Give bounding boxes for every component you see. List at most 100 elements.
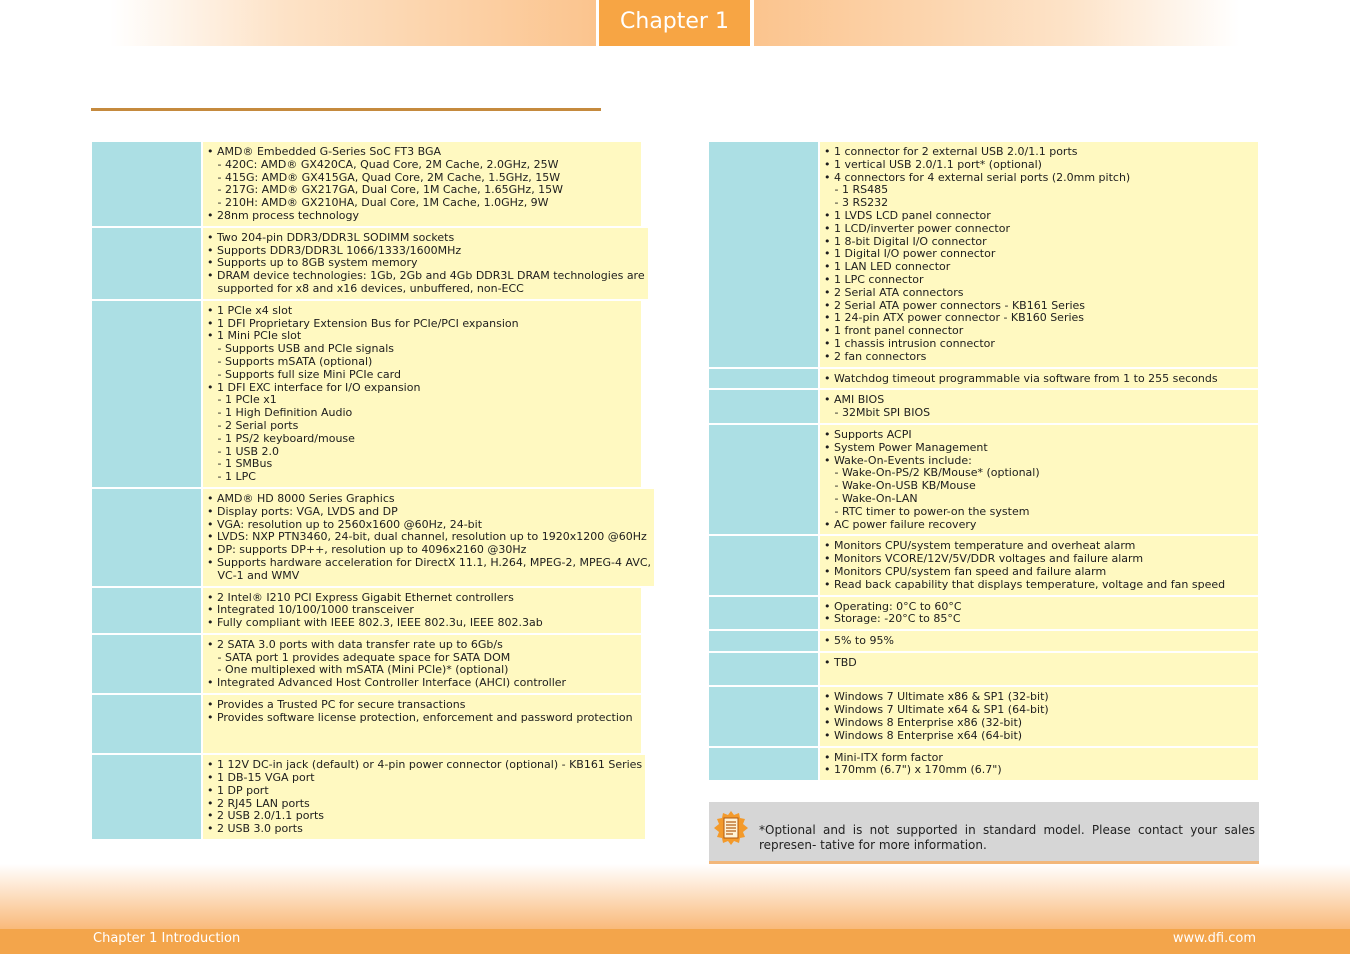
spec-line: • Integrated Advanced Host Controller In… <box>207 676 567 690</box>
spec-line: • Storage: -20°C to 85°C <box>824 612 961 626</box>
spec-left-row-label-cell <box>92 755 203 840</box>
spec-line: - 32Mbit SPI BIOS <box>824 406 931 420</box>
spec-table-left: • AMD® Embedded G-Series SoC FT3 BGA - 4… <box>92 142 655 842</box>
spec-line <box>824 670 1255 683</box>
spec-right-row: • Supports ACPI • System Power Management… <box>709 424 1258 537</box>
spec-right-row: • 1 connector for 2 external USB 2.0/1.1… <box>709 142 1258 369</box>
spec-right-row-label-cell <box>709 652 820 686</box>
spec-line: • System Power Management <box>824 440 988 454</box>
spec-line: • AMD® Embedded G-Series SoC FT3 BGA <box>207 145 442 158</box>
spec-line: • Display ports: VGA, LVDS and DP <box>207 504 398 518</box>
spec-left-row: • Two 204-pin DDR3/DDR3L SODIMM sockets •… <box>92 227 648 301</box>
spec-left-row: • AMD® Embedded G-Series SoC FT3 BGA - 4… <box>92 142 641 228</box>
spec-line: • Watchdog timeout programmable via soft… <box>824 371 1218 385</box>
spec-line <box>207 737 638 750</box>
spec-right-row: • 5% to 95% <box>709 631 1258 653</box>
spec-right-row-value: • Windows 7 Ultimate x86 & SP1 (32-bit) •… <box>820 687 1258 746</box>
spec-line: • Supports ACPI <box>824 427 912 441</box>
spec-line: • 1 vertical USB 2.0/1.1 port* (optional… <box>824 157 1042 171</box>
spec-left-row-label-cell <box>92 695 203 754</box>
spec-right-row-value: • Supports ACPI • System Power Management… <box>820 424 1258 535</box>
spec-right-row: • Operating: 0°C to 60°C • Storage: -20°C… <box>709 596 1258 632</box>
spec-left-row-label-cell <box>92 634 203 694</box>
spec-left-row-label-cell <box>92 300 203 487</box>
spec-line: • 4 connectors for 4 external serial por… <box>824 170 1131 184</box>
footer-band <box>0 864 1350 930</box>
spec-left-row-value: • 2 Intel® I210 PCI Express Gigabit Ethe… <box>203 587 641 633</box>
spec-table-right: • 1 connector for 2 external USB 2.0/1.1… <box>709 142 1258 783</box>
spec-line: • 1 LCD/inverter power connector <box>824 221 1010 235</box>
spec-line: - 1 PS/2 keyboard/mouse <box>207 431 355 445</box>
spec-line: • Monitors CPU/system fan speed and fail… <box>824 564 1107 578</box>
spec-line: • 2 SATA 3.0 ports with data transfer ra… <box>207 637 503 651</box>
spec-left-row-label-cell <box>92 227 203 299</box>
spec-right-row-value: • Mini-ITX form factor • 170mm (6.7") x 1… <box>820 747 1258 781</box>
spec-line: • 1 DP port <box>207 783 269 797</box>
spec-left-row-value: • 1 12V DC-in jack (default) or 4-pin po… <box>203 755 646 840</box>
spec-left-row-value: • AMD® Embedded G-Series SoC FT3 BGA - 4… <box>203 142 641 226</box>
spec-right-row-label-cell <box>709 747 820 781</box>
spec-line: - Wake-On-LAN <box>824 491 918 505</box>
spec-left-row-value: • 2 SATA 3.0 ports with data transfer ra… <box>203 634 641 694</box>
spec-right-row-label-cell <box>709 536 820 595</box>
footer-website-link[interactable]: www.dfi.com <box>1100 930 1256 948</box>
spec-line: • Supports hardware acceleration for Dir… <box>207 555 652 569</box>
spec-line: • 1 DB-15 VGA port <box>207 771 315 785</box>
spec-line: • DP: supports DP++, resolution up to 40… <box>207 543 527 557</box>
spec-right-row-value: • 1 connector for 2 external USB 2.0/1.1… <box>820 142 1258 367</box>
spec-right-row-label-cell <box>709 368 820 389</box>
note-text: *Optional and is not supported in standa… <box>759 823 1255 852</box>
spec-left-row-label-cell <box>92 587 203 633</box>
spec-line: - Supports full size Mini PCIe card <box>207 367 401 381</box>
spec-line: • Provides software license protection, … <box>207 710 633 724</box>
spec-left-row: • Provides a Trusted PC for secure trans… <box>92 695 641 756</box>
spec-line: • Two 204-pin DDR3/DDR3L SODIMM sockets <box>207 230 455 244</box>
spec-line: • Read back capability that displays tem… <box>824 577 1226 591</box>
spec-line: • 2 Serial ATA connectors <box>824 285 964 299</box>
spec-line: • 1 chassis intrusion connector <box>824 336 995 350</box>
note-icon <box>714 811 748 845</box>
spec-line: • Windows 8 Enterprise x86 (32-bit) <box>824 716 1023 730</box>
spec-line: - Wake-On-USB KB/Mouse <box>824 479 976 493</box>
spec-right-row-label-cell <box>709 142 820 367</box>
spec-right-row-label-cell <box>709 390 820 423</box>
spec-left-row-value: • 1 PCIe x4 slot • 1 DFI Proprietary Exte… <box>203 300 641 487</box>
spec-right-row: • Watchdog timeout programmable via soft… <box>709 368 1258 391</box>
spec-line <box>207 725 638 738</box>
spec-line: - 1 RS485 <box>824 183 889 197</box>
note-box: *Optional and is not supported in standa… <box>709 802 1259 864</box>
spec-left-row-value: • AMD® HD 8000 Series Graphics • Display … <box>203 488 655 586</box>
spec-line: • 1 connector for 2 external USB 2.0/1.1… <box>824 145 1078 158</box>
spec-line: • AMD® HD 8000 Series Graphics <box>207 491 395 505</box>
spec-line: - 1 SMBus <box>207 457 273 471</box>
spec-right-row-label-cell <box>709 424 820 535</box>
spec-line: • TBD <box>824 655 857 669</box>
spec-left-row-value: • Provides a Trusted PC for secure trans… <box>203 695 641 754</box>
footer-chapter-label: Chapter 1 Introduction <box>93 931 241 946</box>
chapter-tab[interactable]: Chapter 1 <box>599 0 750 46</box>
header-band-right <box>754 0 1240 46</box>
spec-left-row: • 1 12V DC-in jack (default) or 4-pin po… <box>92 755 646 842</box>
spec-right-row: • Mini-ITX form factor • 170mm (6.7") x 1… <box>709 747 1258 783</box>
spec-line: • 2 USB 3.0 ports <box>207 822 303 836</box>
spec-right-row: • TBD <box>709 652 1258 688</box>
spec-line: • 1 LVDS LCD panel connector <box>824 208 991 222</box>
spec-line: • Monitors VCORE/12V/5V/DDR voltages and… <box>824 552 1144 566</box>
spec-line: • 170mm (6.7") x 170mm (6.7") <box>824 763 1002 777</box>
spec-line: supported for x8 and x16 devices, unbuff… <box>207 281 524 295</box>
spec-right-row-value: • Monitors CPU/system temperature and ov… <box>820 536 1258 595</box>
spec-line: • Windows 8 Enterprise x64 (64-bit) <box>824 728 1023 742</box>
spec-right-row: • Windows 7 Ultimate x86 & SP1 (32-bit) •… <box>709 687 1258 748</box>
spec-right-row-value: • Watchdog timeout programmable via soft… <box>820 368 1258 389</box>
spec-right-row-label-cell <box>709 596 820 630</box>
spec-left-row-label-cell <box>92 142 203 226</box>
spec-left-row: • 2 Intel® I210 PCI Express Gigabit Ethe… <box>92 587 641 635</box>
spec-line: • 1 LPC connector <box>824 272 924 286</box>
spec-line: • 2 fan connectors <box>824 349 927 363</box>
spec-line: • 28nm process technology <box>207 208 360 222</box>
spec-line: VC-1 and WMV <box>207 568 300 582</box>
spec-line: • 1 PCIe x4 slot <box>207 303 293 317</box>
spec-line: - Supports mSATA (optional) <box>207 354 373 368</box>
spec-left-row: • AMD® HD 8000 Series Graphics • Display … <box>92 488 655 588</box>
spec-right-row-value: • Operating: 0°C to 60°C • Storage: -20°C… <box>820 596 1258 630</box>
